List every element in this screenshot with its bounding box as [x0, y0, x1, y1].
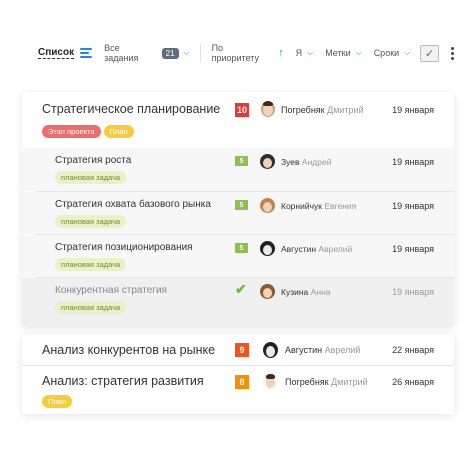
chevron-down-icon[interactable]: ⌵ [404, 48, 410, 58]
subtask-row[interactable]: Стратегия роста 5 Зуев Андрей 19 января … [22, 148, 454, 191]
tag-planned-task[interactable]: плановая задача [55, 301, 127, 314]
assignee[interactable]: Кузина Анна [281, 287, 330, 297]
chevron-down-icon[interactable]: ⌵ [184, 48, 190, 58]
show-completed-checkbox[interactable]: ✓ [420, 44, 440, 62]
subtask-title[interactable]: Стратегия позиционирования [55, 242, 193, 253]
sort-by-priority[interactable]: По приоритету [212, 43, 273, 63]
assignee[interactable]: Августин Аврелий [281, 244, 352, 254]
assignee[interactable]: Погребняк Дмитрий [285, 377, 368, 387]
task-title[interactable]: Стратегическое планирование [42, 102, 220, 116]
subtask-row[interactable]: Стратегия охвата базового рынка 5 Корний… [22, 192, 454, 234]
task-row-main[interactable]: Стратегическое планирование 10 Погребняк… [22, 92, 454, 148]
task-row-main[interactable]: Анализ: стратегия развития 8 Погребняк Д… [22, 366, 454, 414]
due-date[interactable]: 19 января [392, 157, 434, 167]
priority-badge: 5 [235, 156, 248, 166]
avatar[interactable] [260, 198, 275, 213]
avatar[interactable] [260, 284, 275, 299]
due-date[interactable]: 19 января [392, 244, 434, 254]
priority-badge: 10 [235, 103, 249, 117]
due-date[interactable]: 19 января [392, 201, 434, 211]
priority-badge: 5 [235, 200, 248, 210]
tag-project-stage[interactable]: Этап проекта [42, 125, 101, 138]
task-count-badge: 21 [161, 47, 179, 59]
task-group-card: Стратегическое планирование 10 Погребняк… [22, 92, 454, 326]
priority-badge: 5 [235, 243, 248, 253]
priority-badge: 9 [235, 343, 249, 357]
assignee[interactable]: Корнийчук Евгения [281, 201, 356, 211]
subtask-row[interactable]: Стратегия позиционирования 5 Августин Ав… [22, 235, 454, 277]
filter-terms[interactable]: Сроки [374, 48, 399, 58]
avatar[interactable] [260, 154, 275, 169]
task-title[interactable]: Анализ конкурентов на рынке [42, 343, 215, 357]
subtask-title[interactable]: Конкурентная стратегия [55, 285, 167, 296]
tag-planned-task[interactable]: плановая задача [55, 215, 127, 228]
view-switch-list[interactable]: Список [38, 47, 75, 59]
tag-planned-task[interactable]: плановая задача [55, 258, 127, 271]
task-title[interactable]: Анализ: стратегия развития [42, 374, 204, 388]
due-date[interactable]: 19 января [392, 287, 434, 297]
subtask-row-completed[interactable]: Конкурентная стратегия ✔ Кузина Анна 19 … [22, 278, 454, 326]
completed-check-icon[interactable]: ✔ [235, 281, 247, 298]
tag-planned-task[interactable]: плановая задача [55, 171, 127, 184]
assignee[interactable]: Зуев Андрей [281, 157, 331, 167]
toolbar-divider [199, 44, 201, 62]
filter-me[interactable]: Я [296, 48, 303, 58]
filter-tags[interactable]: Метки [325, 48, 350, 58]
avatar[interactable] [261, 101, 275, 117]
more-options-icon[interactable] [451, 46, 455, 60]
tag-plan[interactable]: План [42, 395, 73, 408]
tag-list: Этап проекта План [42, 125, 134, 138]
avatar[interactable] [260, 241, 275, 256]
subtask-title[interactable]: Стратегия роста [55, 155, 131, 166]
due-date[interactable]: 22 января [392, 345, 434, 355]
due-date[interactable]: 19 января [392, 105, 434, 115]
chevron-down-icon[interactable]: ⌵ [307, 48, 313, 58]
assignee[interactable]: Августин Аврелий [285, 345, 360, 355]
task-row-main[interactable]: Анализ конкурентов на рынке 9 Августин А… [22, 334, 454, 365]
sort-arrow-up-icon[interactable]: ↑ [278, 47, 284, 59]
list-view-icon[interactable] [80, 47, 93, 59]
subtask-title[interactable]: Стратегия охвата базового рынка [55, 199, 211, 210]
due-date[interactable]: 26 января [392, 377, 434, 387]
tag-plan[interactable]: План [103, 125, 134, 138]
tag-list: План [42, 395, 73, 408]
avatar[interactable] [263, 342, 278, 358]
filter-all-tasks[interactable]: Все задания [104, 43, 156, 63]
priority-badge: 8 [235, 375, 249, 389]
toolbar: Список Все задания 21 ⌵ По приоритету ↑ … [20, 38, 455, 68]
assignee[interactable]: Погребняк Дмитрий [281, 105, 364, 115]
chevron-down-icon[interactable]: ⌵ [356, 48, 362, 58]
task-group-card: Анализ конкурентов на рынке 9 Августин А… [22, 334, 454, 414]
avatar[interactable] [263, 373, 278, 389]
